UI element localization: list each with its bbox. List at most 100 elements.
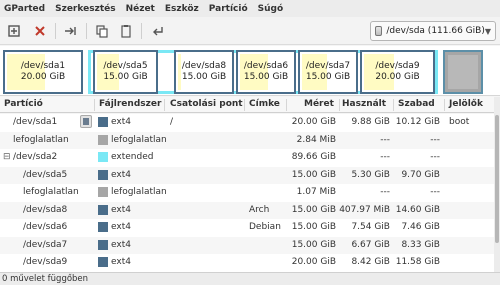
filesystem-color-swatch	[98, 187, 108, 197]
table-row[interactable]: ⊟/dev/sda2 extended 89.66 GiB --- ---	[0, 149, 494, 166]
cell-flags: boot	[449, 117, 470, 127]
cell-partition: lefoglalatlan	[23, 187, 79, 197]
scrollbar-thumb[interactable]	[495, 115, 499, 243]
column-header-size[interactable]: Méret	[304, 99, 334, 109]
filesystem-color-swatch	[98, 169, 108, 180]
filesystem-color-swatch	[98, 134, 108, 145]
cell-partition: lefoglalatlan	[13, 134, 69, 145]
cell-used: 9.88 GiB	[351, 117, 390, 127]
column-header-free[interactable]: Szabad	[398, 99, 435, 109]
cell-free: 7.46 GiB	[401, 222, 440, 232]
partition-size: 15.00 GiB	[181, 72, 227, 82]
cell-free: ---	[430, 187, 440, 197]
cell-size: 1.07 MiB	[296, 187, 336, 197]
cell-label: Arch	[249, 204, 270, 215]
diskmap-partition-sda6[interactable]: /dev/sda6 15.00 GiB	[236, 50, 296, 94]
cell-filesystem: ext4	[111, 169, 131, 180]
toolbar-separator	[141, 23, 142, 39]
cell-partition: /dev/sda5	[23, 169, 68, 180]
diskmap-partition-sda8[interactable]: /dev/sda8 15.00 GiB	[174, 50, 234, 94]
menu-edit[interactable]: Szerkesztés	[55, 4, 115, 14]
filesystem-color-swatch	[98, 257, 108, 267]
partition-size: 20.00 GiB	[375, 72, 420, 82]
toolbar-separator	[86, 23, 87, 39]
table-row[interactable]: /dev/sda9 ext4 20.00 GiB 8.42 GiB 11.58 GiB	[0, 254, 494, 271]
table-row[interactable]: lefoglalatlan lefoglalatlan 1.07 MiB --- ---	[0, 184, 494, 201]
undo-icon	[153, 27, 163, 36]
filesystem-color-swatch	[98, 222, 108, 232]
cell-filesystem: extended	[111, 152, 154, 162]
menu-device[interactable]: Eszköz	[165, 4, 199, 14]
cell-used: ---	[380, 152, 390, 162]
cell-used: 407.97 MiB	[339, 204, 390, 215]
column-header-used[interactable]: Használt	[342, 99, 386, 109]
filesystem-color-swatch	[98, 239, 108, 250]
partition-name: /dev/sda7	[305, 61, 351, 71]
filesystem-color-swatch	[98, 117, 108, 127]
cell-partition: /dev/sda2	[13, 152, 58, 162]
disk-map: /dev/sda1 20.00 GiB /dev/sda5 15.00 GiB …	[0, 46, 500, 96]
partition-size: 20.00 GiB	[20, 72, 66, 82]
column-header-flags[interactable]: Jelölők	[449, 99, 483, 109]
table-row[interactable]: /dev/sda5 ext4 15.00 GiB 5.30 GiB 9.70 GiB	[0, 166, 494, 184]
menu-view[interactable]: Nézet	[126, 4, 155, 14]
menu-partition[interactable]: Partíció	[209, 4, 248, 14]
diskmap-partition-sda1[interactable]: /dev/sda1 20.00 GiB	[3, 50, 83, 94]
menu-help[interactable]: Súgó	[258, 4, 284, 14]
table-row[interactable]: /dev/sda8 ext4 Arch 15.00 GiB 407.97 MiB 14.6…	[0, 201, 494, 219]
cell-filesystem: ext4	[111, 204, 131, 215]
cell-partition: /dev/sda7	[23, 239, 68, 250]
device-selector[interactable]: /dev/sda (111.66 GiB) ▼	[370, 21, 496, 41]
menu-gparted[interactable]: GParted	[4, 4, 45, 14]
column-header-mountpoint[interactable]: Csatolási pont	[170, 99, 243, 109]
collapse-toggle-icon[interactable]: ⊟	[3, 152, 11, 162]
undo-button[interactable]	[150, 23, 166, 39]
cell-used: 5.30 GiB	[351, 169, 390, 180]
table-row[interactable]: /dev/sda7 ext4 15.00 GiB 6.67 GiB 8.33 GiB	[0, 236, 494, 254]
toolbar: /dev/sda (111.66 GiB) ▼	[0, 17, 500, 45]
partition-name: /dev/sda5	[103, 61, 148, 71]
resize-move-icon	[65, 27, 76, 35]
copy-button[interactable]	[94, 23, 110, 39]
diskmap-partition-sda9[interactable]: /dev/sda9 20.00 GiB	[360, 50, 435, 94]
cell-free: 9.70 GiB	[401, 169, 440, 180]
cell-filesystem: lefoglalatlan	[111, 187, 167, 197]
diskmap-unallocated[interactable]	[443, 50, 483, 94]
diskmap-partition-sda7[interactable]: /dev/sda7 15.00 GiB	[298, 50, 358, 94]
chevron-down-icon: ▼	[484, 26, 491, 36]
diskmap-partition-sda5[interactable]: /dev/sda5 15.00 GiB	[93, 50, 158, 94]
table-row[interactable]: /dev/sda6 ext4 Debian 15.00 GiB 7.54 GiB 7.46…	[0, 219, 494, 236]
partition-name: /dev/sda1	[20, 61, 66, 71]
column-header-filesystem[interactable]: Fájlrendszer	[99, 99, 161, 109]
column-header-partition[interactable]: Partíció	[4, 99, 43, 109]
cell-free: ---	[430, 152, 440, 162]
mounted-lock-icon	[80, 115, 92, 128]
menu-bar: GParted Szerkesztés Nézet Eszköz Partíci…	[0, 0, 500, 17]
cell-free: 10.12 GiB	[395, 117, 440, 127]
resize-move-button[interactable]	[62, 23, 78, 39]
delete-icon	[35, 26, 45, 36]
device-label: /dev/sda (111.66 GiB)	[386, 26, 485, 36]
delete-button[interactable]	[32, 23, 48, 39]
table-row[interactable]: lefoglalatlan lefoglalatlan 2.84 MiB --- ---	[0, 131, 494, 149]
new-partition-button[interactable]	[6, 23, 22, 39]
cell-partition: /dev/sda1	[13, 117, 58, 127]
cell-partition: /dev/sda8	[23, 204, 68, 215]
partition-size: 15.00 GiB	[305, 72, 351, 82]
column-header-label[interactable]: Címke	[249, 99, 280, 109]
partition-size: 15.00 GiB	[243, 72, 289, 82]
cell-free: 11.58 GiB	[395, 257, 440, 267]
partition-table: /dev/sda1 ext4 / 20.00 GiB 9.88 GiB 10.12 GiB…	[0, 114, 494, 272]
paste-icon	[121, 25, 131, 38]
partition-size: 15.00 GiB	[103, 72, 148, 82]
cell-used: 7.54 GiB	[351, 222, 390, 232]
cell-size: 2.84 MiB	[296, 134, 336, 145]
cell-size: 20.00 GiB	[291, 117, 336, 127]
paste-button[interactable]	[118, 23, 134, 39]
toolbar-separator	[55, 23, 56, 39]
cell-used: 6.67 GiB	[351, 239, 390, 250]
cell-filesystem: ext4	[111, 257, 131, 267]
harddisk-icon	[375, 26, 383, 36]
filesystem-color-swatch	[98, 204, 108, 215]
table-row[interactable]: /dev/sda1 ext4 / 20.00 GiB 9.88 GiB 10.12 GiB…	[0, 114, 494, 131]
